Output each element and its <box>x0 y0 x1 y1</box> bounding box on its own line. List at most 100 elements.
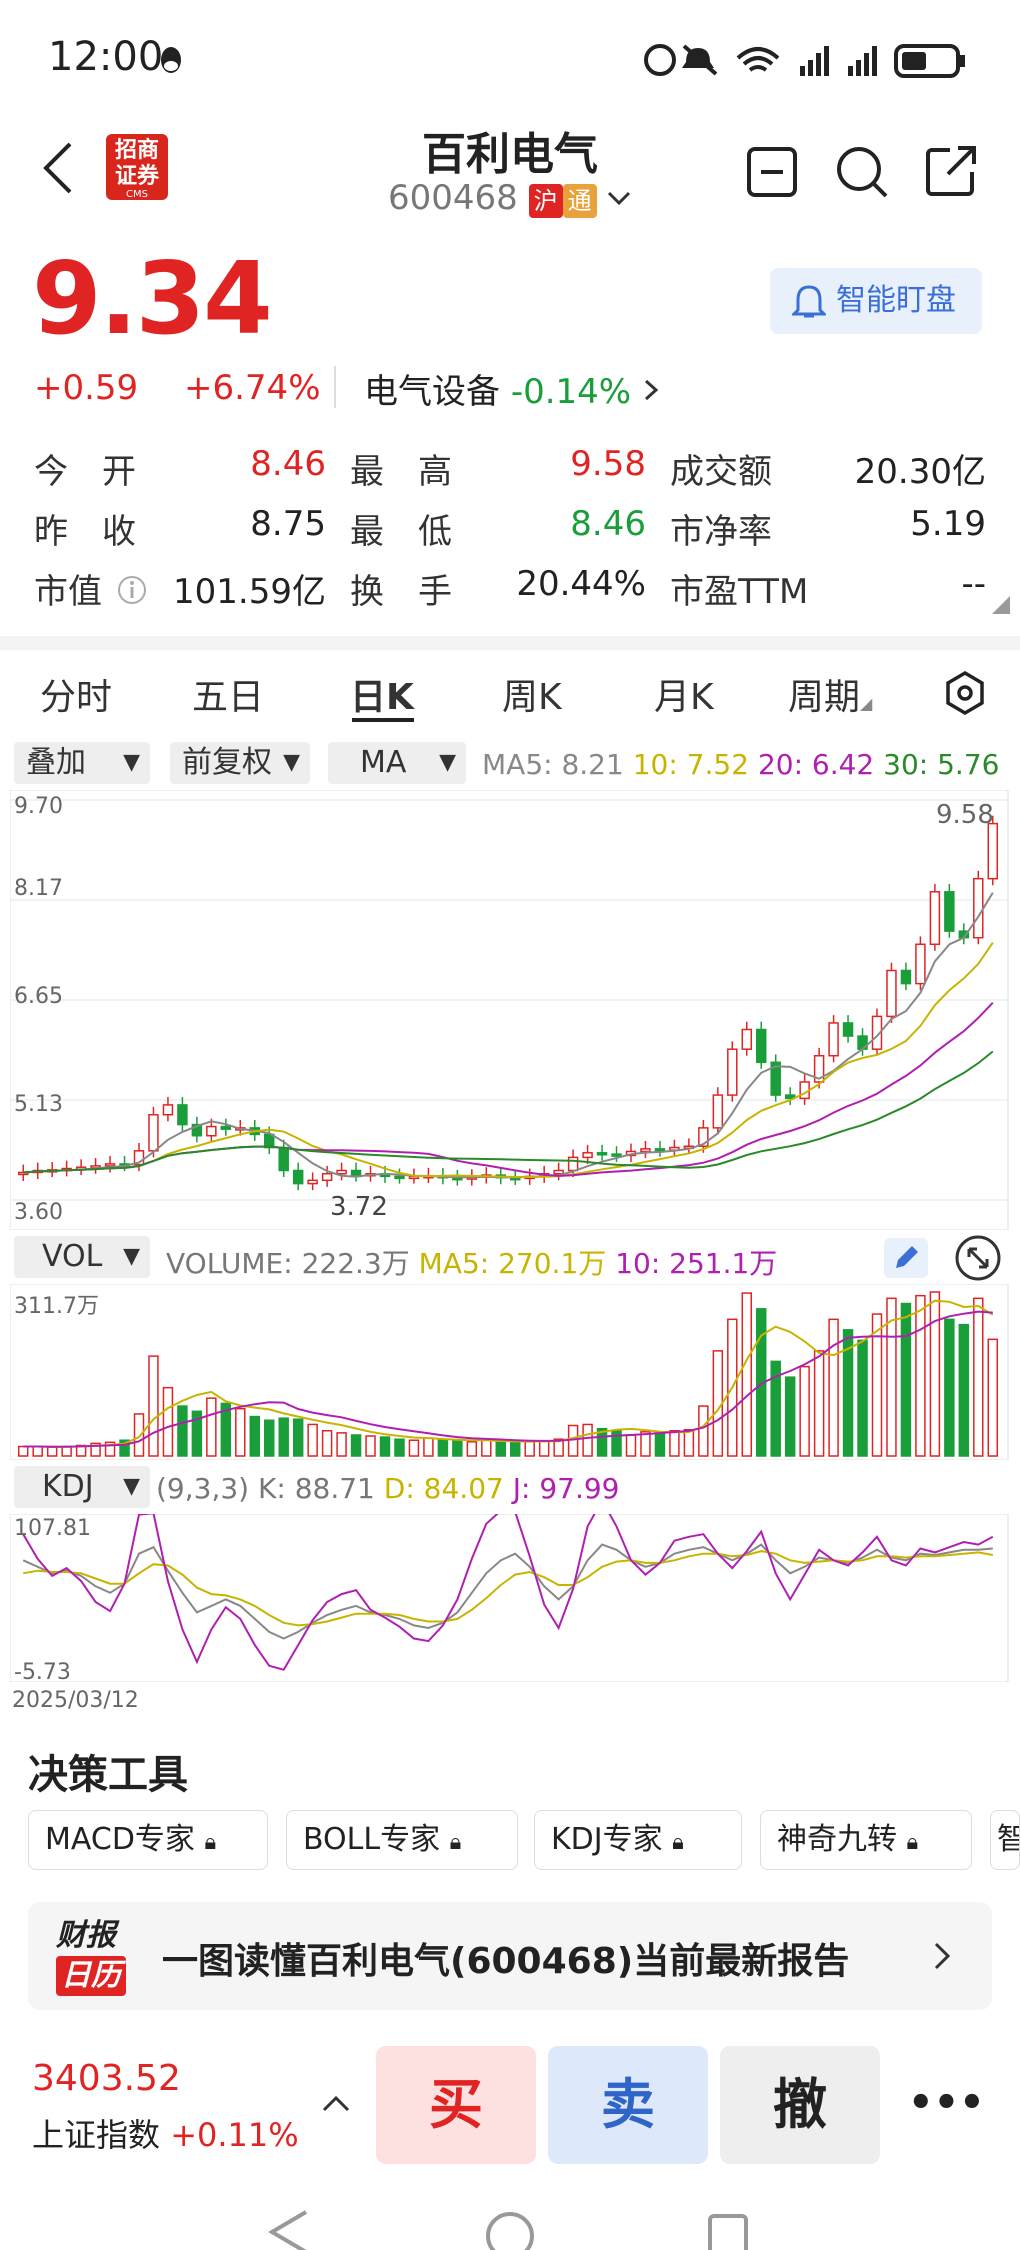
tab-daily-k[interactable]: 日K <box>350 668 414 720</box>
sector-link[interactable]: 电气设备 -0.14% <box>364 364 662 413</box>
kdj-selector[interactable]: KDJ ▼ <box>14 1466 150 1508</box>
volume-bar <box>958 1323 970 1457</box>
candle-body <box>278 1146 289 1172</box>
settings-hex-icon[interactable] <box>944 670 986 716</box>
vol-max-label: 311.7万 <box>14 1294 99 1319</box>
stat-low: 8.46 <box>570 504 646 544</box>
overlay-selector[interactable]: 叠加 ▼ <box>14 742 150 784</box>
volume-bar <box>640 1431 651 1457</box>
volume-bar <box>495 1440 507 1457</box>
alarm-icon <box>644 44 676 76</box>
indicator-selector[interactable]: MA ▼ <box>328 742 466 784</box>
candle-body <box>741 1028 753 1050</box>
tab-period[interactable]: 周期◢ <box>788 668 872 720</box>
current-price: 9.34 <box>32 240 273 357</box>
stat-pb-label: 市净率 <box>670 512 772 552</box>
volume-bar <box>799 1365 810 1457</box>
volume-bar <box>336 1432 347 1457</box>
candle-body <box>755 1028 767 1064</box>
stat-open-label: 今 开 <box>34 452 136 492</box>
nav-recent-icon[interactable] <box>706 2212 750 2250</box>
volume-bar <box>350 1434 362 1457</box>
kline-chart[interactable] <box>10 790 1010 1230</box>
volume-bar <box>784 1376 796 1457</box>
nav-back-icon[interactable] <box>266 2208 310 2250</box>
volume-bar <box>32 1445 43 1457</box>
fullscreen-icon[interactable] <box>954 1234 1002 1282</box>
max-price-label: 9.58 <box>936 800 994 830</box>
tab-five-day[interactable]: 五日 <box>192 668 264 720</box>
y-tick: 9.70 <box>14 794 63 819</box>
volume-bar <box>437 1439 449 1457</box>
stat-turnover-label: 换 手 <box>350 572 452 612</box>
tool-kdj[interactable]: KDJ专家 🔒︎ <box>534 1810 742 1870</box>
start-date: 2025/03/12 <box>12 1688 139 1713</box>
report-banner[interactable]: 财报 日历 一图读懂百利电气(600468)当前最新报告 <box>28 1902 992 2010</box>
tab-weekly-k[interactable]: 周K <box>502 668 562 720</box>
volume-chart[interactable] <box>10 1284 1010 1460</box>
more-button[interactable]: ••• <box>908 2080 985 2126</box>
cancel-button[interactable]: 撤 <box>720 2046 880 2164</box>
buy-button[interactable]: 买 <box>376 2046 536 2164</box>
tab-timeshare[interactable]: 分时 <box>40 668 112 720</box>
index-name-row[interactable]: 上证指数 +0.11% <box>32 2110 299 2156</box>
kdj-d-line <box>23 1550 993 1627</box>
candle-body <box>162 1104 174 1116</box>
tool-magic-nine[interactable]: 神奇九转 🔒︎ <box>760 1810 972 1870</box>
tool-more[interactable]: 智 <box>990 1810 1020 1870</box>
volume-bar <box>17 1445 29 1457</box>
report-text: 一图读懂百利电气(600468)当前最新报告 <box>162 1941 850 1982</box>
volume-bar <box>263 1419 275 1457</box>
bell-icon <box>792 285 826 318</box>
tool-boll[interactable]: BOLL专家 🔒︎ <box>286 1810 518 1870</box>
volume-bar <box>509 1441 521 1457</box>
candle-body <box>900 969 912 985</box>
volume-bar <box>177 1405 188 1457</box>
edit-pencil-icon[interactable] <box>884 1238 928 1278</box>
volume-bar <box>235 1407 246 1457</box>
index-value[interactable]: 3403.52 <box>32 2058 181 2099</box>
info-icon[interactable] <box>116 574 148 606</box>
volume-bar <box>46 1446 58 1457</box>
y-tick: 8.17 <box>14 876 63 901</box>
stock-code-row[interactable]: 600468 沪通 <box>388 178 631 218</box>
kdj-tick: 107.81 <box>14 1516 91 1541</box>
y-tick: 6.65 <box>14 984 63 1009</box>
y-tick: 5.13 <box>14 1092 63 1117</box>
sell-button[interactable]: 卖 <box>548 2046 708 2164</box>
minus-square-icon[interactable] <box>746 146 798 198</box>
ma-legend: MA5: 8.21 10: 7.52 20: 6.42 30: 5.76 <box>482 748 1000 781</box>
search-icon[interactable] <box>834 144 890 200</box>
tab-underline <box>352 718 414 722</box>
candle-body <box>177 1104 188 1126</box>
stat-prev: 8.75 <box>250 504 326 544</box>
candle-body <box>206 1125 217 1137</box>
kdj-chart[interactable] <box>10 1514 1010 1682</box>
share-icon[interactable] <box>924 144 978 198</box>
stat-pe-label: 市盈TTM <box>670 572 809 612</box>
stat-amount: 20.30亿 <box>854 452 986 492</box>
candle-body <box>263 1133 275 1149</box>
tool-macd[interactable]: MACD专家 🔒︎ <box>28 1810 268 1870</box>
volume-bar <box>813 1350 825 1457</box>
candle-body <box>321 1173 333 1182</box>
decision-title: 决策工具 <box>28 1752 188 1798</box>
smart-watch-button[interactable]: 智能盯盘 <box>770 268 982 334</box>
volume-bar <box>582 1423 593 1457</box>
tab-monthly-k[interactable]: 月K <box>654 668 714 720</box>
volume-bar <box>162 1386 174 1457</box>
chevron-up-icon[interactable] <box>320 2094 352 2114</box>
adjust-selector[interactable]: 前复权 ▼ <box>170 742 310 784</box>
vol-selector[interactable]: VOL ▼ <box>14 1236 150 1278</box>
candle-body <box>582 1152 593 1159</box>
candle-body <box>727 1048 738 1096</box>
volume-bar <box>365 1435 376 1457</box>
candle-body <box>654 1148 666 1152</box>
vol-legend: VOLUME: 222.3万 MA5: 270.1万 10: 251.1万 <box>166 1247 778 1280</box>
candle-body <box>104 1163 116 1167</box>
y-tick: 3.60 <box>14 1200 63 1225</box>
kdj-legend: (9,3,3) K: 88.71 D: 84.07 J: 97.99 <box>156 1472 620 1505</box>
nav-home-icon[interactable] <box>484 2210 536 2250</box>
corner-expand-icon[interactable] <box>992 596 1010 614</box>
volume-bar <box>929 1291 941 1457</box>
